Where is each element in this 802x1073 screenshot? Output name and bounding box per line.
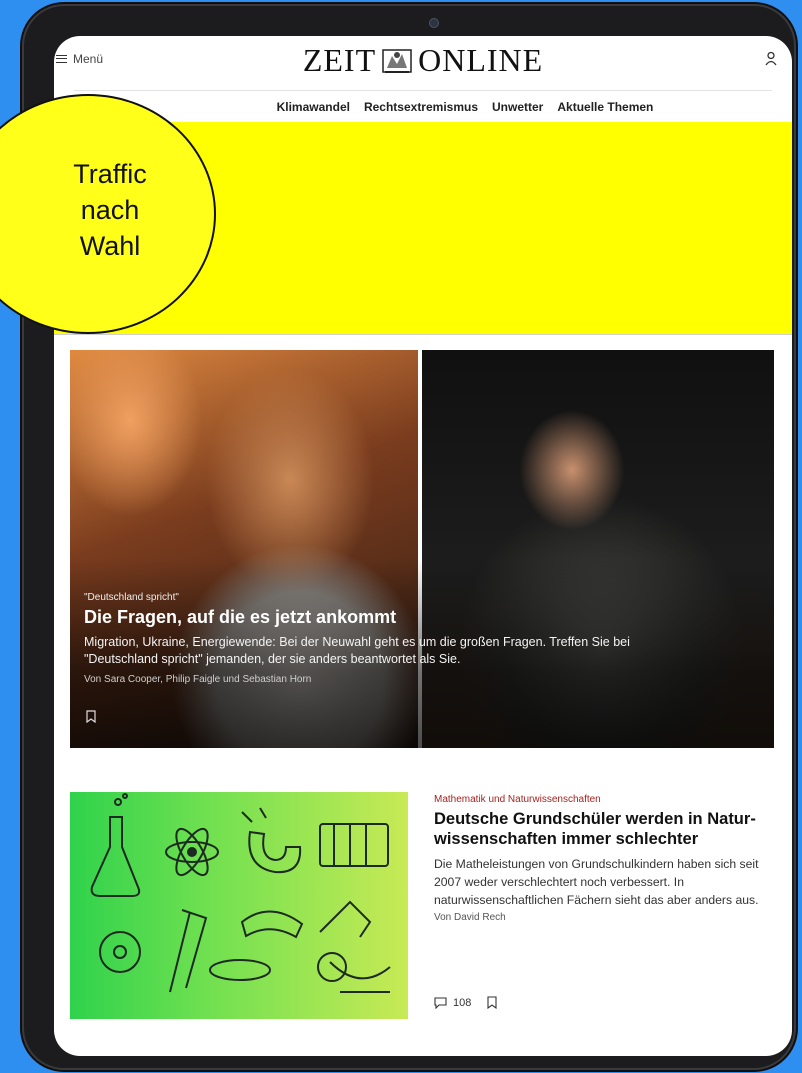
hero-kicker: "Deutschland spricht" (84, 592, 179, 603)
annotation-line-1: Traffic (73, 159, 147, 189)
topic-nav: Klimawandel Rechtsextremismus Unwetter A… (54, 100, 792, 114)
annotation-line-3: Wahl (79, 231, 141, 261)
logo-text-zeit: ZEIT (302, 42, 377, 78)
band-divider (54, 334, 792, 335)
comment-count[interactable]: 108 (453, 997, 471, 1009)
nav-item-aktuelle-themen[interactable]: Aktuelle Themen (557, 100, 653, 114)
bookmark-icon[interactable] (86, 710, 96, 723)
science-illustration[interactable] (70, 792, 408, 1019)
science-doodles (90, 793, 391, 993)
article-title[interactable]: Deutsche Grundschüler werden in Natur­wi… (434, 809, 774, 849)
logo-text-online: ONLINE (418, 42, 544, 78)
camera-dot (429, 18, 439, 28)
hero-text-block: "Deutschland spricht" Die Fragen, auf di… (84, 592, 664, 685)
site-logo[interactable]: ZEIT ONLINE (54, 42, 792, 79)
article-author: Von David Rech (434, 912, 506, 923)
hero-teaser-text: Migration, Ukraine, Energiewende: Bei de… (84, 635, 630, 666)
nav-item-unwetter[interactable]: Unwetter (492, 100, 543, 114)
crest-icon (382, 48, 412, 73)
hero-title[interactable]: Die Fragen, auf die es jetzt ankommt (84, 607, 664, 628)
article-kicker: Mathematik und Naturwissenschaften (434, 794, 601, 805)
nav-item-rechtsextremismus[interactable]: Rechtsextremismus (364, 100, 478, 114)
article-teaser[interactable]: Mathematik und Naturwissenschaften Deuts… (434, 794, 774, 923)
annotation-text: Traffic nach Wahl (40, 156, 180, 264)
user-icon[interactable] (764, 51, 778, 67)
header-divider (74, 90, 772, 91)
article-teaser-text: Die Matheleistungen von Grundschulkinder… (434, 857, 759, 907)
bookmark-icon[interactable] (487, 996, 497, 1009)
comment-icon[interactable] (434, 996, 447, 1009)
hero-teaser[interactable]: "Deutschland spricht" Die Fragen, auf di… (70, 350, 774, 748)
article-meta: 108 (434, 996, 497, 1009)
annotation-line-2: nach (80, 195, 140, 225)
hero-author: Von Sara Cooper, Philip Faigle und Sebas… (84, 674, 312, 685)
nav-item-klimawandel[interactable]: Klimawandel (277, 100, 350, 114)
